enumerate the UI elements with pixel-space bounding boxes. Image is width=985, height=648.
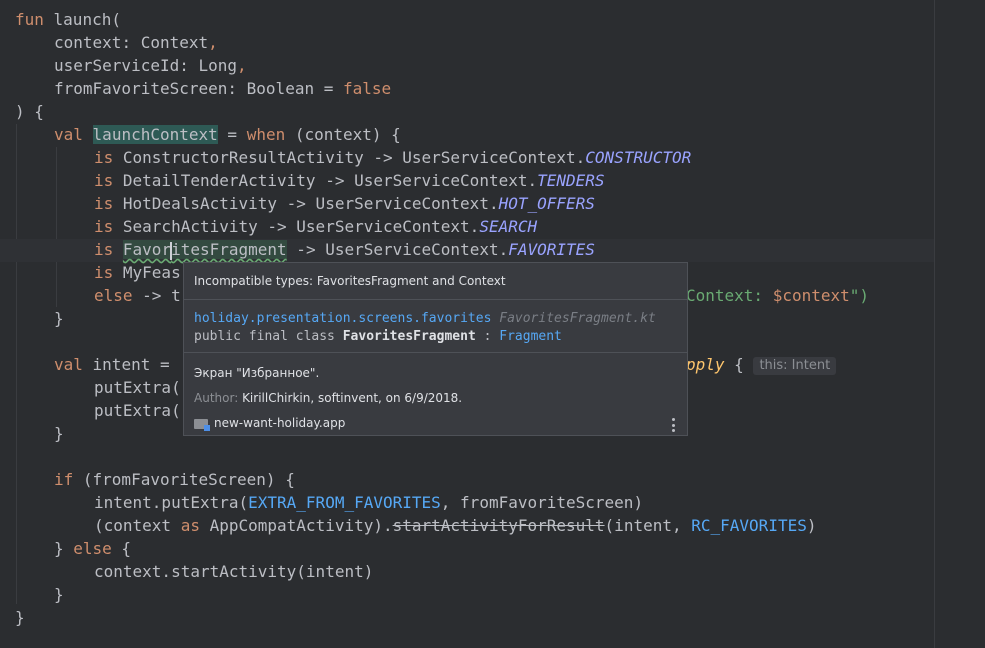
code-line[interactable]: is HotDealsActivity -> UserServiceContex… [94, 192, 595, 215]
code-line[interactable]: putExtra( [94, 376, 181, 399]
module-line: new-want-holiday.app [194, 411, 677, 436]
code-line[interactable]: } [54, 422, 64, 445]
doc-body: Экран "Избранное". Author: KirillChirkin… [184, 353, 687, 444]
code-line[interactable]: } [15, 606, 25, 629]
code-line[interactable]: is DetailTenderActivity -> UserServiceCo… [94, 169, 605, 192]
code-line-tail[interactable]: pply { this: Intent [686, 353, 837, 376]
code-line[interactable]: is MyFeas [94, 261, 181, 284]
package-link[interactable]: holiday.presentation.screens.favorites [194, 311, 491, 326]
module-folder-icon [194, 418, 210, 431]
quick-doc-popup[interactable]: Incompatible types: FavoritesFragment an… [183, 262, 688, 436]
code-line[interactable]: context: Context, [54, 31, 218, 54]
code-line-tail[interactable]: Context: $context") [686, 284, 869, 307]
inlay-hint: this: Intent [753, 356, 837, 375]
code-line[interactable]: else -> t [94, 284, 181, 307]
code-line[interactable]: } [54, 307, 64, 330]
indent-guide [56, 147, 57, 307]
code-line[interactable]: userServiceId: Long, [54, 54, 247, 77]
code-line[interactable]: } [54, 583, 64, 606]
declaration-signature: holiday.presentation.screens.favorites F… [184, 300, 687, 353]
code-line[interactable]: if (fromFavoriteScreen) { [54, 468, 295, 491]
code-line[interactable]: is SearchActivity -> UserServiceContext.… [94, 215, 537, 238]
author-line: Author: KirillChirkin, softinvent, on 6/… [194, 391, 463, 405]
superclass-link[interactable]: Fragment [499, 329, 562, 344]
code-line[interactable]: } else { [54, 537, 131, 560]
code-line[interactable]: is ConstructorResultActivity -> UserServ… [94, 146, 691, 169]
code-line[interactable]: context.startActivity(intent) [94, 560, 373, 583]
code-line[interactable]: (context as AppCompatActivity).startActi… [94, 514, 816, 537]
error-message: Incompatible types: FavoritesFragment an… [184, 263, 687, 300]
error-identifier: FavoritesFragment [122, 240, 287, 260]
code-line[interactable]: fun launch( [15, 8, 121, 31]
right-margin-guide [934, 0, 935, 648]
file-name: FavoritesFragment.kt [499, 311, 656, 326]
doc-text: Экран "Избранное". [194, 366, 320, 380]
highlighted-identifier: launchContext [92, 125, 218, 144]
code-line[interactable]: ) { [15, 100, 44, 123]
code-line[interactable]: intent.putExtra(EXTRA_FROM_FAVORITES, fr… [94, 491, 643, 514]
code-line[interactable]: val launchContext = when (context) { [54, 123, 401, 146]
code-line[interactable]: fromFavoriteScreen: Boolean = false [54, 77, 391, 100]
code-line[interactable]: val intent = [54, 353, 179, 376]
code-line[interactable]: putExtra( [94, 399, 181, 422]
indent-guide [16, 124, 17, 604]
more-options-icon[interactable] [671, 418, 675, 432]
code-line-current[interactable]: is FavoritesFragment -> UserServiceConte… [94, 238, 595, 261]
